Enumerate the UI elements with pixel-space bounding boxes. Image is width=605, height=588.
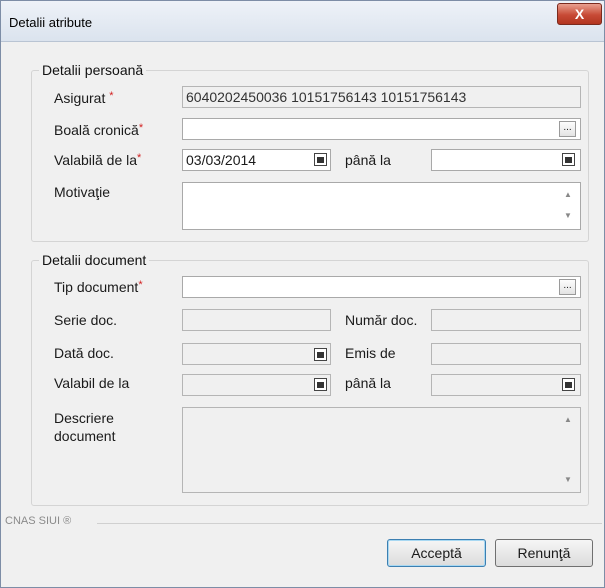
valabil-date-field bbox=[182, 374, 331, 396]
calendar-icon[interactable] bbox=[314, 378, 327, 391]
pana-la-label: până la bbox=[345, 152, 391, 168]
calendar-icon[interactable] bbox=[314, 153, 327, 166]
valabila-label: Valabilă de la* bbox=[54, 152, 142, 168]
required-mark: * bbox=[138, 122, 144, 134]
serie-doc-field bbox=[182, 309, 331, 331]
tip-document-label: Tip document* bbox=[54, 279, 143, 295]
close-button[interactable]: X bbox=[557, 3, 602, 25]
window-title: Detalii atribute bbox=[9, 15, 93, 30]
boala-browse-button[interactable]: ... bbox=[559, 121, 576, 137]
boala-cronica-label: Boală cronică* bbox=[54, 122, 144, 138]
asigurat-label: Asigurat * bbox=[54, 90, 114, 106]
calendar-icon[interactable] bbox=[562, 153, 575, 166]
brand-text: CNAS SIUI ® bbox=[5, 515, 72, 527]
asigurat-field: 6040202450036 10151756143 10151756143 bbox=[182, 86, 581, 108]
document-group-title: Detalii document bbox=[39, 252, 150, 268]
calendar-icon[interactable] bbox=[314, 348, 327, 361]
descriere-textarea bbox=[182, 407, 581, 493]
person-group-title: Detalii persoană bbox=[39, 62, 147, 78]
tip-document-field[interactable] bbox=[182, 276, 581, 298]
emis-de-field bbox=[431, 343, 581, 365]
tip-document-browse-button[interactable]: ... bbox=[559, 279, 576, 295]
emis-de-label: Emis de bbox=[345, 345, 396, 361]
valabil-label: Valabil de la bbox=[54, 375, 130, 391]
doc-pana-la-label: până la bbox=[345, 375, 391, 391]
scroll-down-icon[interactable]: ▼ bbox=[564, 211, 572, 220]
serie-doc-label: Serie doc. bbox=[54, 312, 118, 328]
data-doc-label: Dată doc. bbox=[54, 345, 114, 361]
pana-la-date-field[interactable] bbox=[431, 149, 581, 171]
scroll-down-icon[interactable]: ▼ bbox=[564, 475, 572, 484]
scroll-up-icon[interactable]: ▲ bbox=[564, 415, 572, 424]
required-mark: * bbox=[137, 152, 142, 164]
boala-cronica-field[interactable] bbox=[182, 118, 581, 140]
accept-button[interactable]: Acceptă bbox=[387, 539, 486, 567]
doc-pana-la-field bbox=[431, 374, 581, 396]
scroll-up-icon[interactable]: ▲ bbox=[564, 190, 572, 199]
descriere-label-line1: Descriere bbox=[54, 410, 114, 426]
title-bar: Detalii atribute X bbox=[1, 1, 604, 42]
footer-divider bbox=[97, 523, 602, 524]
required-mark: * bbox=[138, 279, 143, 291]
valabila-date-field[interactable]: 03/03/2014 bbox=[182, 149, 331, 171]
descriere-label-line2: document bbox=[54, 428, 116, 444]
data-doc-field bbox=[182, 343, 331, 365]
numar-doc-field bbox=[431, 309, 581, 331]
cancel-button[interactable]: Renunţă bbox=[495, 539, 593, 567]
numar-doc-label: Număr doc. bbox=[345, 312, 418, 328]
dialog-window: Detalii atribute X Detalii persoană Asig… bbox=[0, 0, 605, 588]
required-mark: * bbox=[109, 90, 114, 102]
calendar-icon[interactable] bbox=[562, 378, 575, 391]
motivatie-textarea[interactable] bbox=[182, 182, 581, 230]
motivatie-label: Motivaţie bbox=[54, 184, 111, 200]
